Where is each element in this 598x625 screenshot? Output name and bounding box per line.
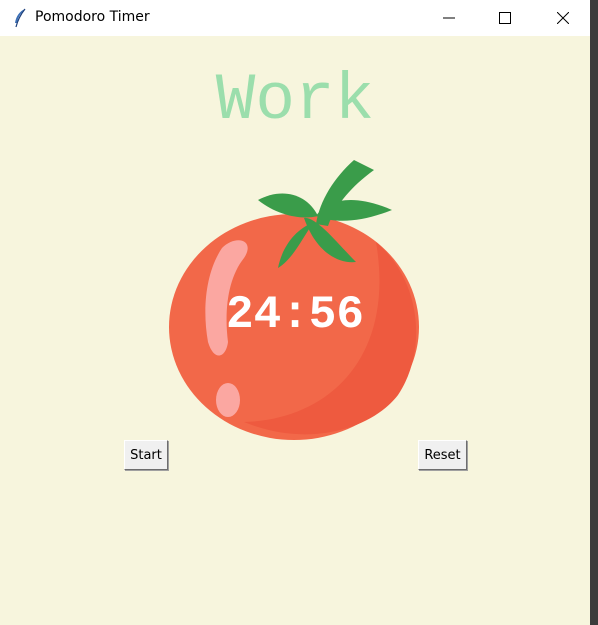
start-button[interactable]: Start — [124, 440, 168, 470]
close-icon — [557, 12, 569, 24]
title-bar: Pomodoro Timer — [0, 0, 590, 36]
background-window-edge — [590, 0, 598, 625]
feather-icon — [12, 8, 28, 28]
close-button[interactable] — [540, 0, 586, 36]
minimize-button[interactable] — [426, 0, 472, 36]
reset-button[interactable]: Reset — [418, 440, 467, 470]
mode-label: Work — [215, 63, 375, 138]
maximize-button[interactable] — [482, 0, 528, 36]
timer-display: 24:56 — [225, 289, 365, 341]
maximize-icon — [499, 12, 511, 24]
window-title: Pomodoro Timer — [35, 9, 150, 25]
minimize-icon — [443, 17, 455, 19]
